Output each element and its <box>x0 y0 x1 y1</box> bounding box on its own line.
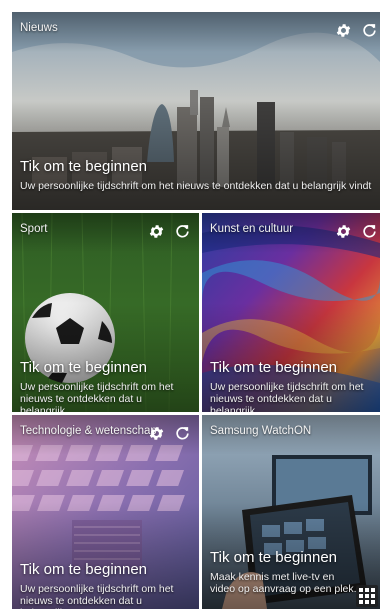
settings-button[interactable] <box>332 19 354 41</box>
refresh-button[interactable] <box>358 220 380 242</box>
start-label: Tik om te beginnen <box>20 561 148 578</box>
gear-icon <box>149 224 163 238</box>
tile-title: Kunst en cultuur <box>210 223 294 235</box>
tile-sport[interactable]: Sport Tik om te beginnen Uw persoonlijke… <box>12 213 199 412</box>
refresh-button[interactable] <box>171 220 193 242</box>
tile-description: Uw persoonlijke tijdschrift om het nieuw… <box>20 180 372 192</box>
refresh-icon <box>175 426 189 439</box>
start-label: Tik om te beginnen <box>210 359 338 376</box>
refresh-icon <box>362 224 376 237</box>
tile-description: Uw persoonlijke tijdschrift om het nieuw… <box>210 381 364 412</box>
tile-title: Nieuws <box>20 22 58 34</box>
refresh-button[interactable] <box>358 19 380 41</box>
gear-icon <box>336 224 350 238</box>
refresh-button[interactable] <box>171 422 193 444</box>
apps-grid-button[interactable] <box>356 585 378 607</box>
tile-samsung-watchon[interactable]: Samsung WatchON Tik om te beginnen Maak … <box>202 415 380 609</box>
settings-button[interactable] <box>332 220 354 242</box>
tile-title: Technologie & wetenschap <box>20 425 157 437</box>
refresh-icon <box>175 224 189 237</box>
tile-description: Maak kennis met live-tv en video op aanv… <box>210 571 357 595</box>
grid-icon <box>359 588 363 592</box>
tile-description: Uw persoonlijke tijdschrift om het nieuw… <box>20 381 174 412</box>
tile-nieuws[interactable]: Nieuws Tik om te beginnen Uw persoonlijk… <box>12 12 380 210</box>
gear-icon <box>336 23 350 37</box>
refresh-icon <box>362 23 376 36</box>
gear-icon <box>149 426 163 440</box>
tile-kunst-en-cultuur[interactable]: Kunst en cultuur Tik om te beginnen Uw p… <box>202 213 380 412</box>
start-label: Tik om te beginnen <box>20 359 148 376</box>
tile-title: Sport <box>20 223 48 235</box>
tile-description: Uw persoonlijke tijdschrift om het nieuw… <box>20 583 174 609</box>
settings-button[interactable] <box>145 422 167 444</box>
start-label: Tik om te beginnen <box>210 549 338 566</box>
tile-title: Samsung WatchON <box>210 425 312 437</box>
settings-button[interactable] <box>145 220 167 242</box>
start-label: Tik om te beginnen <box>20 158 148 175</box>
tile-technologie-wetenschap[interactable]: Technologie & wetenschap Tik om te begin… <box>12 415 199 609</box>
